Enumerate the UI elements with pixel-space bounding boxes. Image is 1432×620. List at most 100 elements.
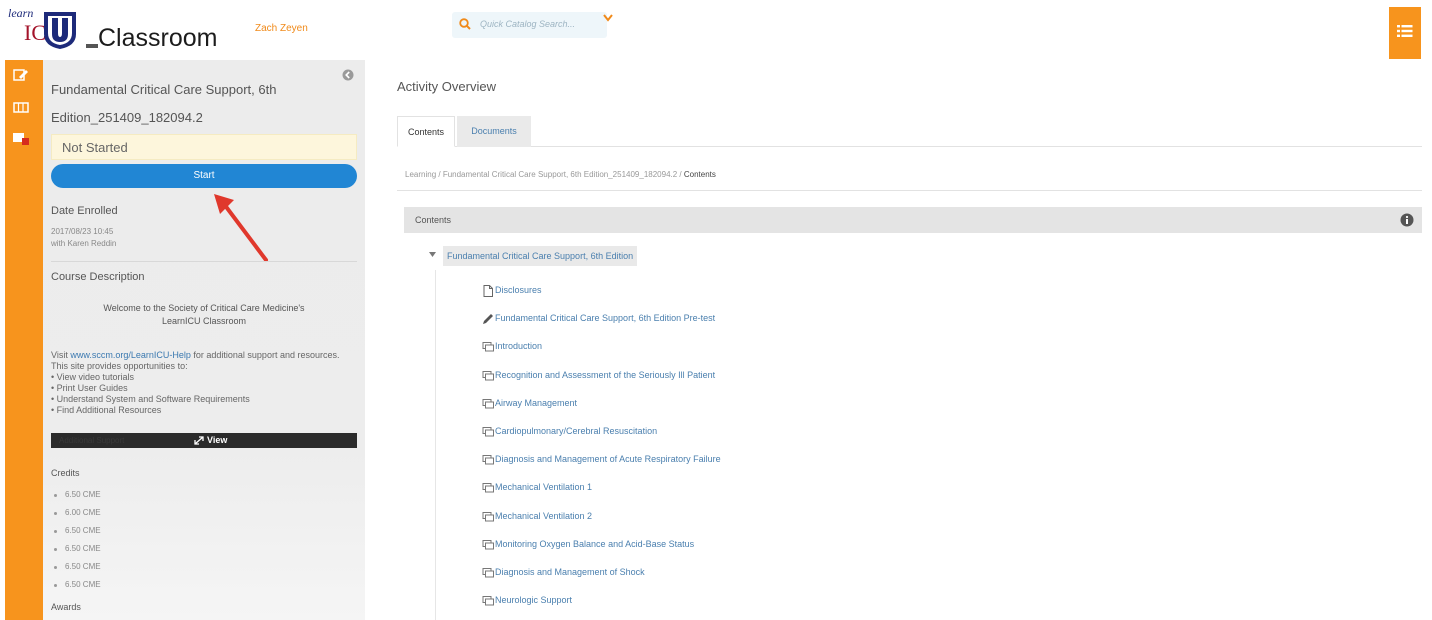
bullet-item: • Understand System and Software Require… bbox=[51, 394, 250, 404]
status-badge: Not Started bbox=[51, 134, 357, 160]
bullet-item: • Find Additional Resources bbox=[51, 405, 162, 415]
shield-logo-icon bbox=[44, 12, 76, 49]
list-item: 6.50 CME bbox=[51, 576, 351, 594]
credits-label: Credits bbox=[51, 468, 80, 478]
presentation-icon[interactable] bbox=[12, 132, 30, 146]
presentation-icon bbox=[482, 369, 494, 381]
date-enrolled-value: 2017/08/23 10:45 bbox=[51, 227, 114, 236]
user-name-link[interactable]: Zach Zeyen bbox=[255, 23, 308, 34]
course-panel: Fundamental Critical Care Support, 6th E… bbox=[43, 60, 365, 620]
breadcrumb-course[interactable]: Fundamental Critical Care Support, 6th E… bbox=[443, 170, 677, 179]
presentation-icon bbox=[482, 425, 494, 437]
welcome-line-1: Welcome to the Society of Critical Care … bbox=[103, 303, 305, 313]
caret-down-icon[interactable] bbox=[429, 252, 436, 257]
divider bbox=[51, 261, 357, 262]
tab-bar: Contents Documents bbox=[397, 116, 1422, 147]
document-icon bbox=[482, 284, 494, 297]
list-item: 6.50 CME bbox=[51, 558, 351, 576]
help-link[interactable]: www.sccm.org/LearnICU-Help bbox=[70, 350, 191, 360]
credit-value: 6.50 CME bbox=[65, 562, 101, 571]
presentation-icon bbox=[482, 481, 494, 493]
view-bar-left-text: Additional Support bbox=[59, 436, 125, 445]
presentation-icon bbox=[482, 594, 494, 606]
tree-item-label: Disclosures bbox=[495, 285, 542, 295]
credit-value: 6.00 CME bbox=[65, 508, 101, 517]
contents-header: Contents bbox=[404, 207, 1422, 233]
chevron-down-icon[interactable] bbox=[603, 14, 613, 22]
tree-item-label: Diagnosis and Management of Acute Respir… bbox=[495, 454, 721, 465]
awards-label: Awards bbox=[51, 602, 81, 612]
credits-list: 6.50 CME 6.00 CME 6.50 CME 6.50 CME 6.50… bbox=[51, 486, 351, 594]
tree-item-label: Fundamental Critical Care Support, 6th E… bbox=[495, 313, 716, 324]
info-icon[interactable] bbox=[1400, 213, 1414, 227]
tree-item-label: Cardiopulmonary/Cerebral Resuscitation bbox=[495, 426, 658, 436]
presentation-icon bbox=[482, 510, 494, 522]
search-input[interactable]: Quick Catalog Search... bbox=[480, 19, 575, 29]
left-rail bbox=[5, 60, 43, 620]
course-description-label: Course Description bbox=[51, 271, 145, 283]
date-enrolled-label: Date Enrolled bbox=[51, 205, 118, 217]
expand-icon bbox=[194, 436, 204, 445]
tree-item-label: Mechanical Ventilation 1 bbox=[495, 482, 593, 493]
bullet-dot bbox=[54, 530, 57, 533]
bullet-dot bbox=[54, 512, 57, 515]
logo-learn-text: learn bbox=[8, 6, 34, 20]
bullet-dot bbox=[54, 494, 57, 497]
page-title: Activity Overview bbox=[397, 79, 496, 94]
breadcrumb: Learning / Fundamental Critical Care Sup… bbox=[405, 170, 716, 179]
bullet-dot bbox=[54, 548, 57, 551]
logo-dash bbox=[86, 44, 98, 48]
breadcrumb-current: Contents bbox=[683, 170, 716, 179]
enrolled-with: with Karen Reddin bbox=[51, 239, 117, 248]
tree-root-course[interactable]: Fundamental Critical Care Support, 6th E… bbox=[443, 246, 638, 266]
presentation-icon bbox=[482, 397, 494, 409]
welcome-line-2: LearnICU Classroom bbox=[161, 316, 247, 326]
credit-value: 6.50 CME bbox=[65, 526, 101, 535]
tree-item-label: Introduction bbox=[495, 341, 543, 352]
app-root: learn IC Classroom Zach Zeyen Quick Cata… bbox=[0, 0, 1432, 620]
search-icon bbox=[459, 18, 471, 30]
bullet-item: • View video tutorials bbox=[51, 372, 135, 382]
bullet-dot bbox=[54, 566, 57, 569]
edit-icon[interactable] bbox=[12, 68, 30, 82]
support-text: Visit www.sccm.org/LearnICU-Help for add… bbox=[51, 350, 357, 416]
view-button-label: View bbox=[207, 435, 228, 445]
catalog-search-box[interactable]: Quick Catalog Search... bbox=[452, 12, 607, 38]
app-title: Classroom bbox=[98, 24, 218, 52]
breadcrumb-separator: / bbox=[677, 170, 684, 179]
visit-prefix: Visit bbox=[51, 350, 71, 360]
list-item: 6.50 CME bbox=[51, 486, 351, 504]
tree-item-label: Monitoring Oxygen Balance and Acid-Base … bbox=[495, 538, 695, 549]
credit-value: 6.50 CME bbox=[65, 580, 101, 589]
pencil-icon bbox=[482, 312, 494, 325]
learnicu-logo[interactable]: learn IC bbox=[8, 6, 98, 52]
welcome-text: Welcome to the Society of Critical Care … bbox=[51, 302, 357, 328]
tree-item-label: Recognition and Assessment of the Seriou… bbox=[495, 369, 716, 380]
tree-item-label: Mechanical Ventilation 2 bbox=[495, 510, 593, 521]
tab-contents[interactable]: Contents bbox=[397, 116, 455, 147]
list-menu-icon bbox=[1397, 25, 1413, 37]
presentation-icon bbox=[482, 566, 494, 578]
presentation-icon bbox=[482, 453, 494, 465]
bullet-dot bbox=[54, 584, 57, 587]
breadcrumb-learning[interactable]: Learning bbox=[405, 170, 436, 179]
tree-guide-line bbox=[435, 270, 436, 620]
tab-documents[interactable]: Documents bbox=[457, 116, 531, 147]
bullet-item: • Print User Guides bbox=[51, 383, 128, 393]
status-text: Not Started bbox=[62, 140, 128, 155]
menu-button[interactable] bbox=[1389, 7, 1421, 59]
presentation-icon bbox=[482, 340, 494, 352]
top-header: learn IC Classroom Zach Zeyen Quick Cata… bbox=[0, 0, 1432, 60]
tree-item-label: Neurologic Support bbox=[495, 595, 573, 606]
start-button[interactable]: Start bbox=[51, 164, 357, 188]
tree-item-label: Airway Management bbox=[495, 397, 578, 408]
list-item: 6.50 CME bbox=[51, 522, 351, 540]
red-arrow-annotation bbox=[214, 194, 268, 262]
contents-label: Contents bbox=[415, 215, 452, 225]
view-more-bar[interactable]: Additional Support View bbox=[51, 433, 357, 448]
list-item: 6.00 CME bbox=[51, 504, 351, 522]
breadcrumb-separator: / bbox=[436, 170, 443, 179]
presentation-icon bbox=[482, 538, 494, 550]
book-icon[interactable] bbox=[12, 100, 30, 114]
collapse-panel-icon[interactable] bbox=[342, 69, 354, 81]
